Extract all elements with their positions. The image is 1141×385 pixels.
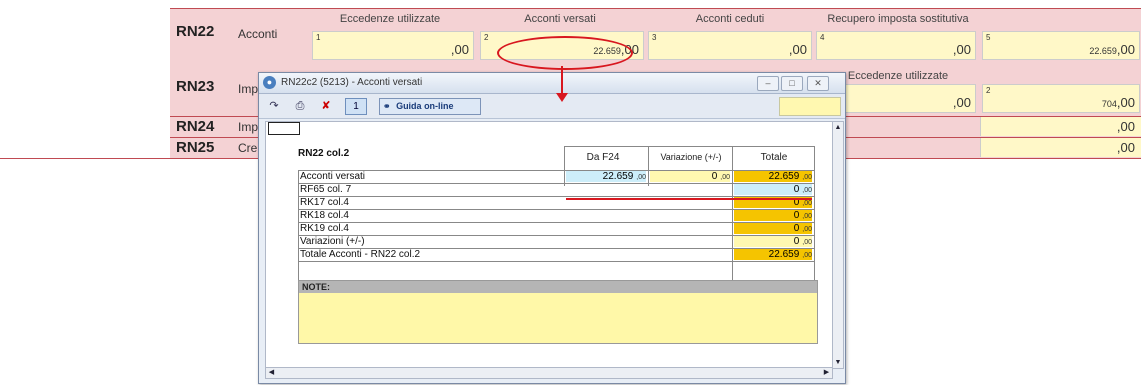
dialog-title: RN22c2 (5213) - Acconti versati	[281, 77, 423, 88]
notes-area[interactable]: NOTE:	[298, 280, 818, 344]
col-header-totale: Totale	[760, 152, 788, 163]
field-rn22-4[interactable]: 4 ,00	[816, 31, 976, 60]
dialog-titlebar[interactable]: ● RN22c2 (5213) - Acconti versati – □ ✕	[259, 73, 845, 94]
close-button[interactable]: ✕	[807, 76, 829, 91]
notes-label: NOTE:	[299, 281, 817, 293]
dialog-content: RN22 col.2 Da F24 Variazione (+/-) Total…	[265, 121, 833, 369]
col-header: Recupero imposta sostitutiva	[827, 13, 969, 25]
dialog-toolbar: ↷ ⎙ ✘ 1 ⚭ Guida on-line	[259, 94, 845, 119]
value-totale: 0,00	[734, 184, 812, 195]
annotation-arrow	[561, 66, 563, 96]
help-online-button[interactable]: ⚭ Guida on-line	[379, 98, 481, 115]
value-totale: 22.659,00	[734, 171, 812, 182]
row-label: Imp	[238, 120, 259, 134]
annotation-ellipse	[497, 36, 633, 70]
field-rn22-5[interactable]: 5 22.659,00	[982, 31, 1140, 60]
scroll-up-icon[interactable]: ▲	[834, 123, 842, 132]
row-code: RN25	[176, 139, 215, 156]
page-number[interactable]: 1	[345, 98, 367, 115]
row-label: Imp	[238, 82, 259, 96]
row-code: RN23	[176, 78, 215, 95]
col-header: Eccedenze utilizzate	[339, 13, 441, 25]
field-rn24[interactable]: ,00	[980, 117, 1141, 136]
row-code: RN22	[176, 23, 215, 40]
value-totale: 0,00	[734, 223, 812, 234]
field-rn25[interactable]: ,00	[980, 138, 1141, 157]
table-heading: RN22 col.2	[298, 148, 350, 159]
annotation-arrowhead	[556, 93, 568, 102]
col-header: Acconti versati	[524, 13, 596, 25]
annotation-underline	[566, 198, 812, 200]
help-icon: ⚭	[383, 101, 391, 111]
row-rn22: RN22 Acconti Eccedenze utilizzate Accont…	[170, 8, 1141, 65]
horizontal-scrollbar[interactable]: ◀ ▶	[265, 367, 833, 379]
row-label: Totale Acconti - RN22 col.2	[300, 249, 421, 260]
row-label: RF65 col. 7	[300, 184, 352, 195]
value-totale: 0,00	[734, 210, 812, 221]
col-header-variazione: Variazione (+/-)	[660, 152, 722, 162]
col-header-f24: Da F24	[586, 152, 620, 163]
row-label: RK19 col.4	[300, 223, 349, 234]
input-variazioni[interactable]: 0,00	[734, 236, 812, 247]
input-da-f24[interactable]: 22.659,00	[566, 171, 646, 182]
restore-button[interactable]: □	[781, 76, 803, 91]
row-label: Acconti	[238, 27, 278, 41]
scroll-left-icon[interactable]: ◀	[267, 369, 276, 377]
field-rn22-3[interactable]: 3 ,00	[648, 31, 812, 60]
row-code: RN24	[176, 118, 215, 135]
delete-icon[interactable]: ✘	[317, 98, 335, 114]
dialog-acconti-versati: ● RN22c2 (5213) - Acconti versati – □ ✕ …	[258, 72, 846, 384]
row-label: Variazioni (+/-)	[300, 236, 365, 247]
minimize-button[interactable]: –	[757, 76, 779, 91]
selection-box[interactable]	[268, 122, 300, 135]
field-rn22-1[interactable]: 1 ,00	[312, 31, 474, 60]
export-icon[interactable]: ↷	[265, 98, 283, 114]
scroll-down-icon[interactable]: ▼	[834, 358, 842, 367]
field-rn23-2[interactable]: 2 704,00	[982, 84, 1140, 113]
toolbar-yellow-field[interactable]	[779, 97, 841, 116]
col-header: Acconti ceduti	[695, 13, 765, 25]
value-totale-acconti: 22.659,00	[734, 249, 812, 260]
row-label: RK18 col.4	[300, 210, 349, 221]
row-label: Cre	[238, 141, 258, 155]
app-icon: ●	[263, 76, 276, 89]
input-variazione[interactable]: 0,00	[650, 171, 730, 182]
vertical-scrollbar[interactable]: ▲ ▼	[832, 121, 844, 369]
row-label: RK17 col.4	[300, 197, 349, 208]
scroll-right-icon[interactable]: ▶	[822, 369, 831, 377]
row-label: Acconti versati	[300, 171, 366, 182]
print-icon[interactable]: ⎙	[291, 98, 309, 114]
